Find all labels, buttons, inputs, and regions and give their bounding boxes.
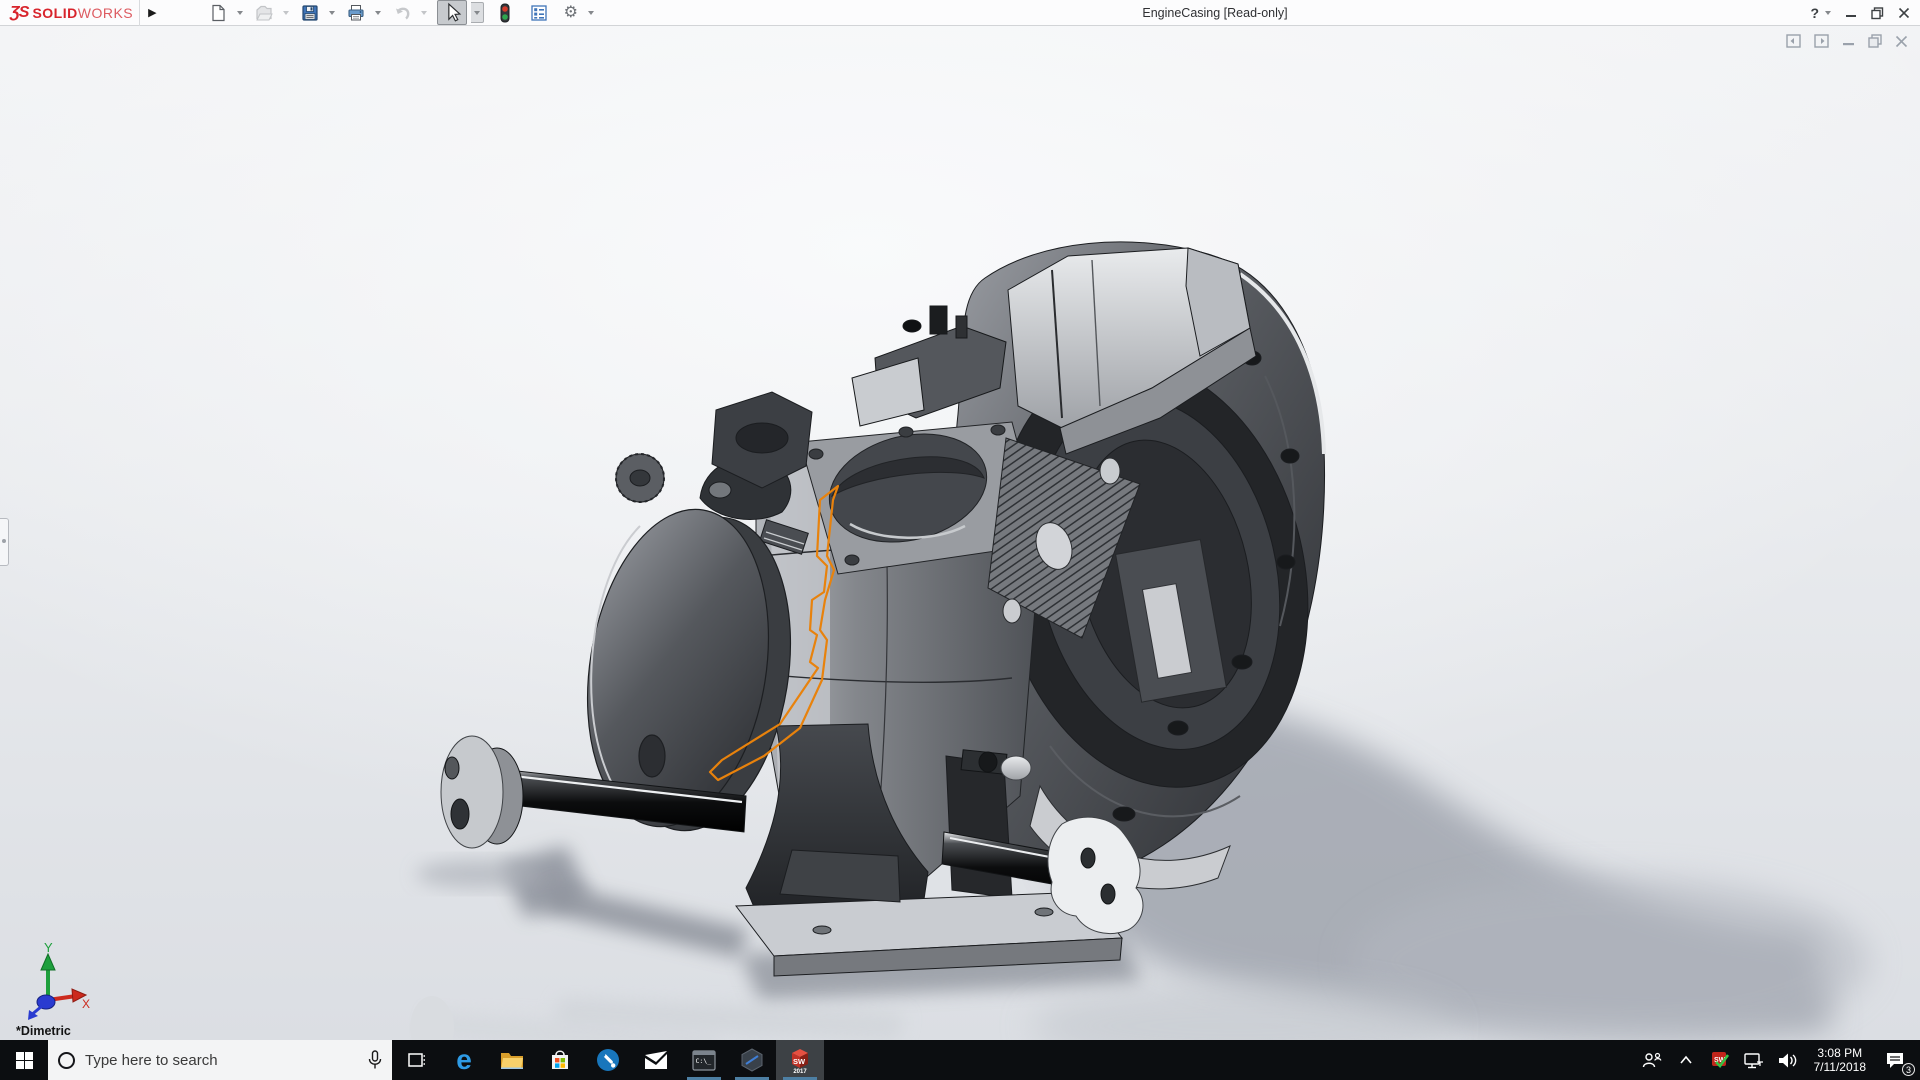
- taskbar-app-store[interactable]: [536, 1040, 584, 1080]
- network-icon: [1743, 1052, 1763, 1068]
- people-icon: [1642, 1052, 1661, 1068]
- edge-icon: e: [456, 1044, 472, 1075]
- minimize-button[interactable]: [1845, 7, 1857, 19]
- help-dropdown-caret[interactable]: [1825, 11, 1831, 15]
- select-cursor-icon: [447, 2, 461, 22]
- taskbar-app-solidworks[interactable]: SW 2017: [776, 1040, 824, 1080]
- microsoft-store-icon: [552, 1050, 568, 1069]
- open-folder-icon: [255, 5, 273, 20]
- collapse-pane-left-icon[interactable]: [1786, 34, 1801, 48]
- people-button[interactable]: [1640, 1040, 1664, 1080]
- doc-close-button[interactable]: [1895, 34, 1908, 48]
- notification-badge: 3: [1902, 1063, 1915, 1076]
- clock-time: 3:08 PM: [1817, 1046, 1863, 1060]
- taskbar-app-get-help[interactable]: [584, 1040, 632, 1080]
- start-button[interactable]: [0, 1040, 48, 1080]
- clock-date: 7/11/2018: [1813, 1060, 1867, 1074]
- solidworks-logo: ƷS SOLID WORKS: [0, 0, 141, 26]
- task-view-button[interactable]: [392, 1040, 440, 1080]
- taskbar-app-file-explorer[interactable]: [488, 1040, 536, 1080]
- view-orientation-label: *Dimetric: [16, 1024, 71, 1038]
- chevron-up-icon: [1679, 1055, 1692, 1064]
- save-button[interactable]: [299, 3, 321, 23]
- solidworks-logo-glyph: ƷS: [10, 3, 29, 21]
- sw-year: 2017: [793, 1069, 807, 1074]
- expand-pane-right-icon[interactable]: [1814, 34, 1829, 48]
- volume-icon: [1778, 1053, 1796, 1067]
- show-hidden-icons-button[interactable]: [1674, 1040, 1698, 1080]
- triad-x-label: X: [82, 997, 90, 1011]
- select-dropdown-caret[interactable]: [470, 2, 484, 23]
- cortana-icon: [58, 1051, 75, 1069]
- microphone-icon[interactable]: [368, 1050, 382, 1070]
- help-button[interactable]: ?: [1810, 5, 1819, 21]
- cmd-prompt-text: C:\_: [696, 1057, 712, 1065]
- print-icon: [348, 4, 364, 20]
- document-window-controls: [1786, 34, 1908, 48]
- menu-expand-arrow-icon[interactable]: ▶: [148, 6, 156, 19]
- taskbar-search[interactable]: [48, 1040, 392, 1080]
- document-title: EngineCasing [Read-only]: [1142, 6, 1288, 20]
- select-tool-button[interactable]: [436, 0, 467, 25]
- new-dropdown-caret[interactable]: [236, 10, 243, 15]
- windows-logo-icon: [15, 1051, 33, 1069]
- network-button[interactable]: [1742, 1040, 1766, 1080]
- command-prompt-icon: C:\_: [692, 1049, 716, 1071]
- graphics-viewport[interactable]: Y X *Dimetric: [0, 26, 1920, 1068]
- wrench-circle-icon: [597, 1049, 619, 1071]
- new-document-icon: [211, 4, 225, 21]
- open-button[interactable]: [253, 3, 275, 23]
- hexagon-app-icon: [741, 1048, 763, 1072]
- save-floppy-icon: [301, 4, 318, 21]
- undo-icon: [395, 7, 410, 19]
- undo-button[interactable]: [391, 3, 413, 23]
- open-dropdown-caret[interactable]: [282, 10, 289, 15]
- mail-icon: [645, 1051, 667, 1069]
- handle-dot-icon: [2, 539, 6, 543]
- file-explorer-icon: [501, 1053, 523, 1069]
- triad-y-label: Y: [44, 940, 53, 955]
- feature-manager-handle[interactable]: [0, 518, 9, 566]
- task-view-icon: [408, 1053, 425, 1067]
- titlebar: ƷS SOLID WORKS ▶ ⚙ EngineCasing [Read-on…: [0, 0, 1920, 26]
- solidworks-tray-button[interactable]: SW: [1708, 1040, 1732, 1080]
- taskbar-clock[interactable]: 3:08 PM 7/11/2018: [1810, 1046, 1871, 1074]
- taskbar-app-hexagon[interactable]: [728, 1040, 776, 1080]
- action-center-button[interactable]: 3: [1880, 1040, 1915, 1080]
- volume-button[interactable]: [1776, 1040, 1800, 1080]
- taskbar-app-mail[interactable]: [632, 1040, 680, 1080]
- search-input[interactable]: [85, 1051, 358, 1069]
- print-button[interactable]: [345, 3, 367, 23]
- taskbar-app-edge[interactable]: e: [440, 1040, 488, 1080]
- solidworks-2017-icon: SW 2017: [792, 1049, 808, 1074]
- system-tray: SW 3:08 PM 7/11/2018 3: [1640, 1040, 1920, 1080]
- doc-minimize-button[interactable]: [1842, 34, 1855, 48]
- orientation-triad: Y X: [28, 940, 90, 1020]
- print-dropdown-caret[interactable]: [374, 10, 381, 15]
- doc-restore-button[interactable]: [1868, 34, 1882, 48]
- taskbar: e: [0, 1040, 1920, 1080]
- model-canvas[interactable]: [0, 26, 1920, 1068]
- sw-letters: SW: [793, 1057, 806, 1066]
- save-dropdown-caret[interactable]: [328, 10, 335, 15]
- solidworks-tray-icon: SW: [1711, 1052, 1729, 1068]
- new-document-button[interactable]: [207, 3, 229, 23]
- undo-dropdown-caret[interactable]: [420, 10, 427, 15]
- window-controls: ?: [1810, 0, 1910, 26]
- restore-button[interactable]: [1871, 6, 1884, 20]
- close-button[interactable]: [1898, 7, 1910, 19]
- engine-casing-model: [0, 26, 1920, 1068]
- taskbar-app-command-prompt[interactable]: C:\_: [680, 1040, 728, 1080]
